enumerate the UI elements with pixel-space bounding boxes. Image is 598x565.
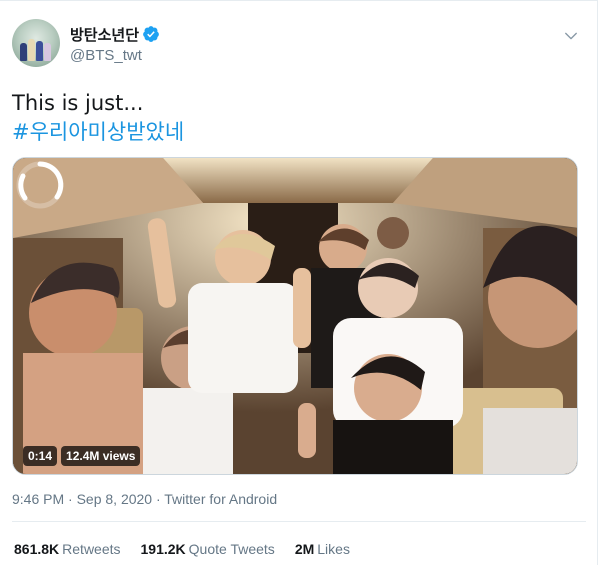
engagement-stats: 861.8K Retweets 191.2K Quote Tweets 2M Like… [14,541,350,557]
chevron-down-icon[interactable] [562,27,580,45]
likes-count: 2M [294,541,315,557]
video-player[interactable]: 0:14 12.4M views [12,157,578,475]
profile-avatar[interactable] [12,19,60,67]
author-display-name[interactable]: 방탄소년단 [70,24,139,45]
retweets-count: 861.8K [14,541,60,557]
tweet-timestamp[interactable]: 9:46 PM · Sep 8, 2020 · Twitter for Andr… [12,491,277,507]
likes-label: Likes [317,541,350,557]
author-handle[interactable]: @BTS_twt [70,47,142,64]
video-duration: 0:14 [23,446,58,466]
tweet-header: 방탄소년단 @BTS_twt [12,19,586,73]
video-badges: 0:14 12.4M views [23,446,141,466]
divider [12,521,586,522]
quote-tweets-count: 191.2K [140,541,186,557]
tweet-card: 방탄소년단 @BTS_twt This is just... #우리아미상받았네 [0,0,598,565]
retweets-stat[interactable]: 861.8K Retweets [14,541,121,557]
tweet-text: This is just... #우리아미상받았네 [12,89,184,147]
video-frame [13,158,577,474]
quote-tweets-label: Quote Tweets [188,541,275,557]
retweets-label: Retweets [62,541,121,557]
hashtag-link[interactable]: #우리아미상받았네 [12,118,184,147]
verified-badge-icon [143,26,159,42]
tweet-text-line: This is just... [12,91,144,115]
loading-spinner-icon [16,161,64,209]
likes-stat[interactable]: 2M Likes [295,541,350,557]
quote-tweets-stat[interactable]: 191.2K Quote Tweets [141,541,275,557]
video-views: 12.4M views [61,446,141,466]
author-name-row: 방탄소년단 [70,24,160,44]
